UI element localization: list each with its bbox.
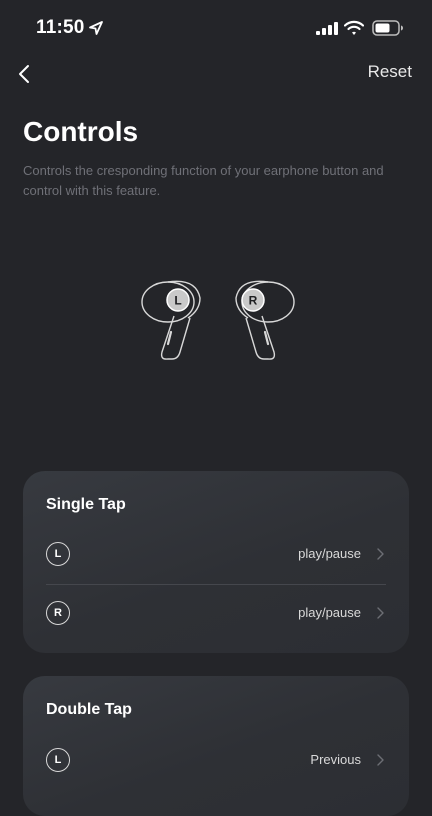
- single-tap-right-row[interactable]: R play/pause: [23, 589, 409, 641]
- chevron-right-icon: [377, 754, 384, 766]
- wifi-icon: [344, 20, 364, 35]
- right-side-badge: R: [46, 601, 70, 625]
- earbuds-illustration: L R: [141, 280, 295, 360]
- single-tap-title: Single Tap: [46, 496, 126, 513]
- battery-icon: [372, 20, 403, 36]
- double-tap-left-value: Previous: [310, 752, 361, 767]
- location-arrow-icon: [89, 21, 103, 35]
- chevron-right-icon: [377, 548, 384, 560]
- single-tap-left-value: play/pause: [298, 546, 361, 561]
- single-tap-card: Single Tap L play/pause R play/pause: [23, 471, 409, 653]
- status-bar: 11:50: [0, 0, 432, 56]
- nav-bar: Reset: [0, 56, 432, 92]
- left-earbud-label: L: [174, 294, 181, 308]
- single-tap-right-value: play/pause: [298, 605, 361, 620]
- chevron-left-icon: [19, 65, 29, 83]
- back-button[interactable]: [10, 60, 38, 88]
- left-side-badge: L: [46, 748, 70, 772]
- double-tap-left-row[interactable]: L Previous: [23, 736, 409, 788]
- double-tap-title: Double Tap: [46, 701, 132, 718]
- single-tap-left-row[interactable]: L play/pause: [23, 530, 409, 582]
- row-divider: [46, 584, 386, 585]
- chevron-right-icon: [377, 607, 384, 619]
- page-description: Controls the cresponding function of you…: [23, 163, 384, 198]
- page-title: Controls: [23, 116, 139, 147]
- reset-button[interactable]: Reset: [368, 62, 412, 82]
- cellular-signal-icon: [316, 22, 338, 35]
- double-tap-card: Double Tap L Previous: [23, 676, 409, 816]
- status-time: 11:50: [36, 17, 85, 38]
- right-earbud-label: R: [249, 294, 258, 308]
- left-side-badge: L: [46, 542, 70, 566]
